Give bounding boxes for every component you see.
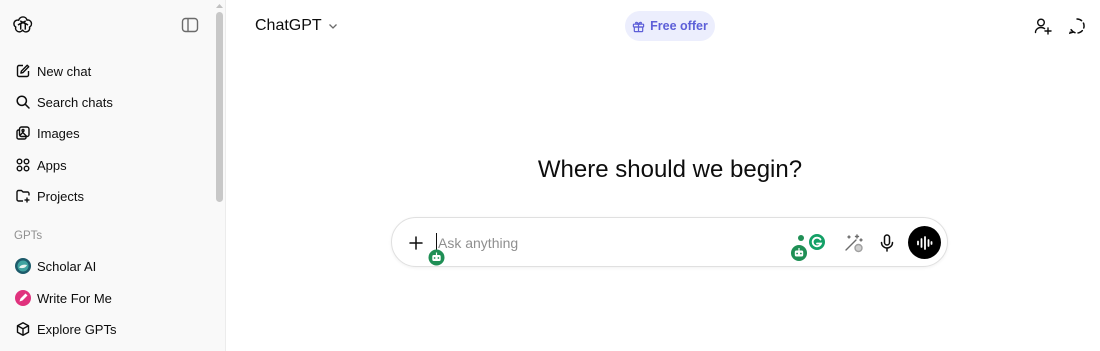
gpts-section-label: GPTs xyxy=(14,230,43,242)
sidebar-scrollbar[interactable] xyxy=(215,0,224,351)
extension-bot-icon[interactable] xyxy=(428,249,445,266)
sidebar-item-label: New chat xyxy=(37,63,92,79)
apps-icon xyxy=(14,157,31,174)
sidebar-item-label: Search chats xyxy=(37,94,113,110)
projects-icon xyxy=(14,188,31,205)
model-selector[interactable]: ChatGPT xyxy=(255,15,338,37)
sidebar-item-label: Projects xyxy=(37,188,84,204)
model-selector-label: ChatGPT xyxy=(255,17,322,34)
sidebar-item-label: Apps xyxy=(37,157,67,173)
sidebar: New chat Search chats Images Apps Projec… xyxy=(0,0,226,351)
search-icon xyxy=(14,94,31,111)
voice-mode-button[interactable] xyxy=(908,226,941,259)
sidebar-item-explore-gpts[interactable]: Explore GPTs xyxy=(6,315,206,343)
write-for-me-avatar xyxy=(14,290,31,307)
sidebar-header xyxy=(0,0,226,52)
free-offer-label: Free offer xyxy=(650,19,708,33)
sidebar-item-label: Write For Me xyxy=(37,290,112,306)
temporary-chat-icon[interactable] xyxy=(1067,16,1087,36)
edit-icon xyxy=(14,63,31,80)
sidebar-item-apps[interactable]: Apps xyxy=(6,151,206,179)
sidebar-item-write-for-me[interactable]: Write For Me xyxy=(6,284,206,312)
microphone-icon[interactable] xyxy=(876,232,898,254)
composer xyxy=(391,217,948,267)
sidebar-item-search-chats[interactable]: Search chats xyxy=(6,88,206,116)
prompt-input[interactable] xyxy=(438,230,768,256)
openai-logo-icon[interactable] xyxy=(12,14,34,36)
sidebar-item-scholar-ai[interactable]: Scholar AI xyxy=(6,252,206,280)
free-offer-button[interactable]: Free offer xyxy=(625,11,715,41)
scrollbar-thumb[interactable] xyxy=(216,12,223,202)
scroll-up-arrow-icon[interactable] xyxy=(215,2,224,10)
cube-icon xyxy=(14,321,31,338)
magic-wand-icon[interactable] xyxy=(843,232,865,254)
gift-icon xyxy=(632,21,645,32)
waveform-icon xyxy=(917,235,933,250)
sidebar-item-label: Explore GPTs xyxy=(37,321,117,337)
images-icon xyxy=(14,125,31,142)
page-title: Where should we begin? xyxy=(537,156,803,183)
add-person-icon[interactable] xyxy=(1033,16,1053,36)
add-attachment-icon[interactable] xyxy=(406,233,426,253)
sidebar-item-label: Images xyxy=(37,125,80,141)
chevron-down-icon xyxy=(328,24,337,29)
sidebar-item-images[interactable]: Images xyxy=(6,119,206,147)
toggle-sidebar-icon[interactable] xyxy=(181,17,199,33)
sidebar-item-label: Scholar AI xyxy=(37,258,97,274)
sidebar-item-projects[interactable]: Projects xyxy=(6,182,206,210)
scholar-ai-avatar xyxy=(14,258,31,275)
grammarly-extension-icon[interactable] xyxy=(790,233,830,263)
sidebar-item-new-chat[interactable]: New chat xyxy=(6,57,206,85)
